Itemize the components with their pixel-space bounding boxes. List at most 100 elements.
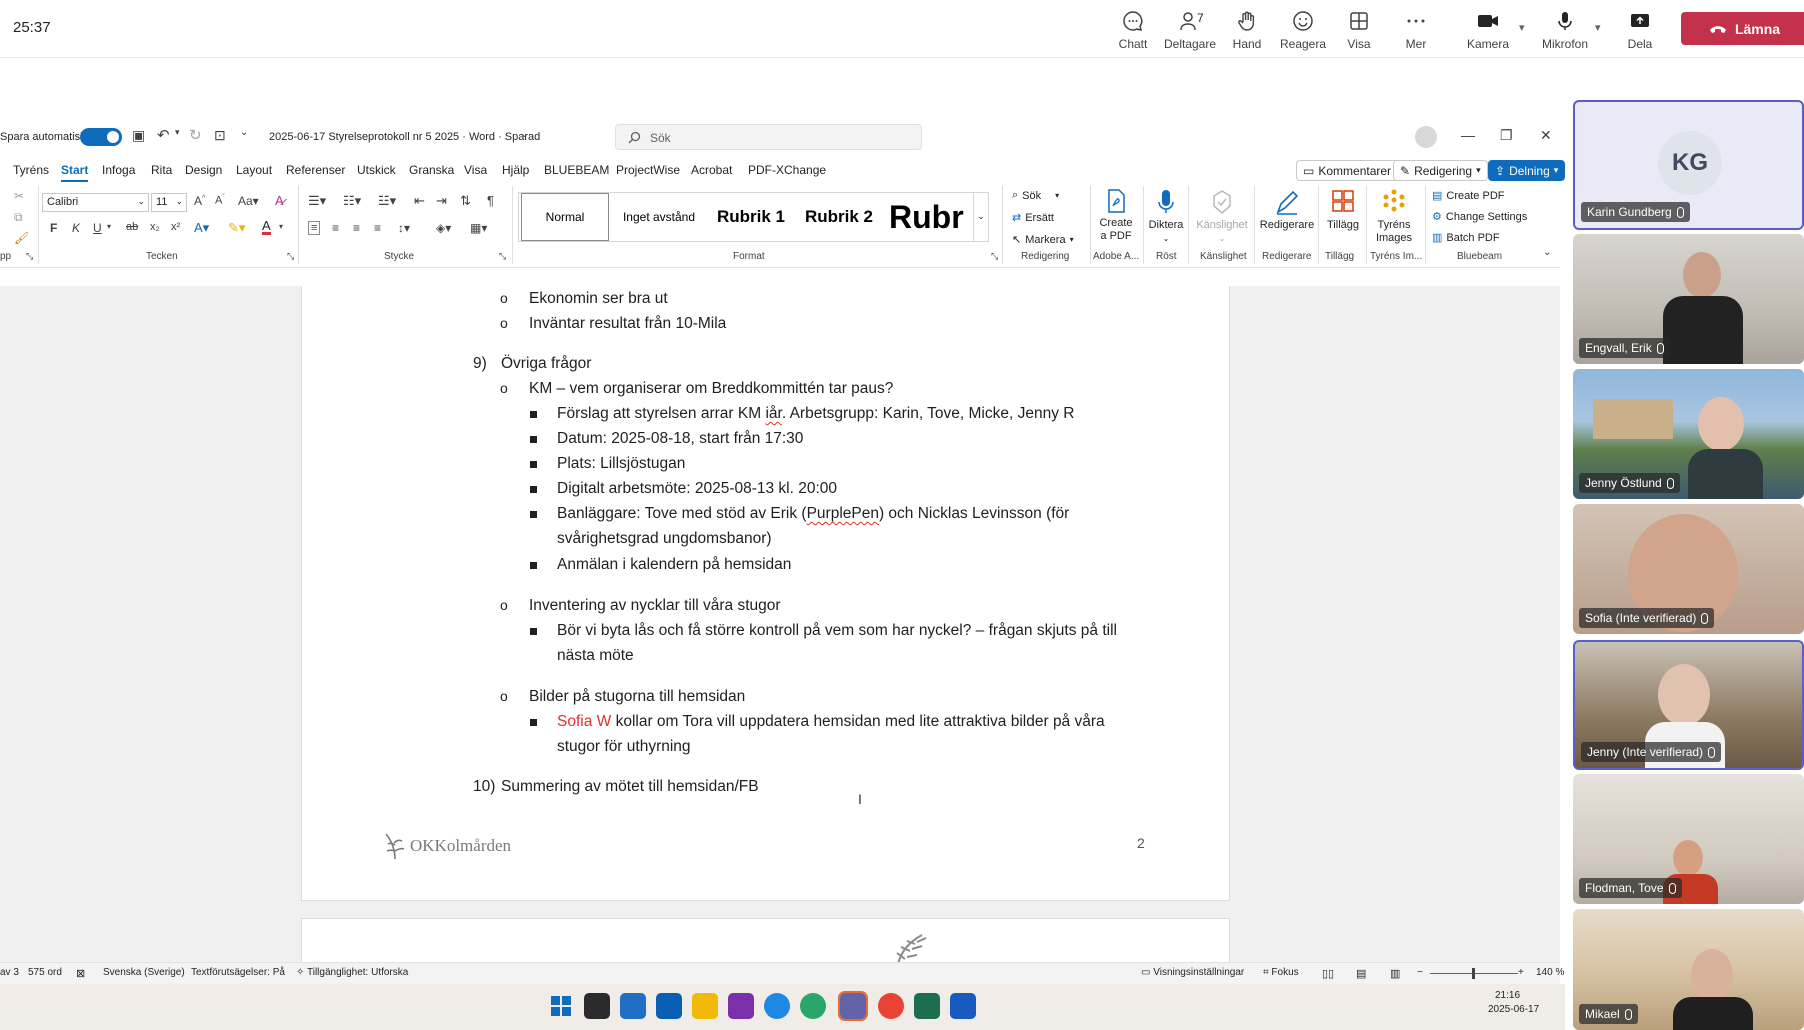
shading-icon[interactable]: ◈▾: [436, 221, 451, 235]
comments-button[interactable]: ▭ Kommentarer: [1296, 160, 1399, 181]
replace-button[interactable]: ⇄ Ersätt: [1012, 211, 1054, 225]
word-count[interactable]: 575 ord: [28, 967, 62, 978]
font-size-input[interactable]: 11 ⌄: [151, 193, 187, 212]
sensitivity-button[interactable]: Känslighet ⌄: [1193, 188, 1251, 245]
increase-indent-icon[interactable]: ⇥: [436, 193, 447, 209]
customize-toolbar-icon[interactable]: ⌄: [240, 127, 248, 138]
font-color-icon[interactable]: A: [262, 219, 271, 235]
cut-icon[interactable]: ✂: [14, 189, 24, 203]
clear-formatting-icon[interactable]: A̷: [275, 193, 284, 208]
participant-tile[interactable]: Jenny Östlund: [1573, 369, 1804, 499]
edge-icon[interactable]: [800, 993, 826, 1019]
borders-icon[interactable]: ▦▾: [470, 221, 487, 235]
app-icon[interactable]: [764, 993, 790, 1019]
undo-icon[interactable]: ↶: [157, 126, 170, 144]
terminal-icon[interactable]: [584, 993, 610, 1019]
subscript-icon[interactable]: x₂: [150, 221, 160, 233]
format-painter-icon[interactable]: 🖌: [14, 231, 29, 245]
italic-icon[interactable]: K: [72, 221, 80, 235]
tab-pdf-xchange[interactable]: PDF-XChange: [748, 163, 826, 177]
map-app-icon[interactable]: [914, 993, 940, 1019]
participant-tile[interactable]: Mikael: [1573, 909, 1804, 1030]
line-spacing-icon[interactable]: ↕▾: [398, 221, 410, 235]
grow-font-icon[interactable]: A^: [194, 194, 205, 208]
read-mode-icon[interactable]: ▯▯: [1322, 967, 1334, 980]
tab-bluebeam[interactable]: BLUEBEAM: [544, 163, 609, 177]
restore-icon[interactable]: ❐: [1500, 127, 1513, 144]
style-heading-2[interactable]: Rubrik 2: [795, 193, 883, 241]
create-pdf-button[interactable]: Create a PDF: [1096, 188, 1136, 243]
find-button[interactable]: ⌕ Sök ▾: [1012, 189, 1059, 202]
ribbon-expand-chevron-icon[interactable]: ⌄: [1543, 247, 1551, 258]
align-right-icon[interactable]: ≡: [353, 221, 360, 235]
addins-button[interactable]: Tillägg: [1322, 188, 1364, 232]
redo-icon[interactable]: ↻: [189, 126, 202, 144]
superscript-icon[interactable]: x²: [171, 221, 180, 233]
undo-dropdown-icon[interactable]: ▾: [175, 127, 180, 138]
bullets-icon[interactable]: ☰▾: [308, 193, 326, 209]
font-launcher-icon[interactable]: ⤡: [287, 251, 294, 262]
tab-draw[interactable]: Rita: [151, 163, 172, 177]
camera-button[interactable]: Kamera: [1458, 8, 1518, 52]
change-case-icon[interactable]: Aa▾: [238, 194, 259, 208]
save-icon[interactable]: ▣: [132, 127, 145, 144]
participant-tile[interactable]: Sofia (Inte verifierad): [1573, 504, 1804, 634]
participants-button[interactable]: 7 Deltagare: [1160, 8, 1220, 52]
document-title[interactable]: 2025-06-17 Styrelseprotokoll nr 5 2025 ·…: [269, 131, 540, 143]
word-icon[interactable]: [950, 993, 976, 1019]
tab-review[interactable]: Granska: [409, 163, 454, 177]
share-button[interactable]: Dela: [1610, 8, 1670, 52]
tab-tyrens[interactable]: Tyréns: [13, 163, 49, 177]
underline-icon[interactable]: U: [93, 221, 102, 235]
text-predictions-status[interactable]: Textförutsägelser: På: [191, 967, 285, 978]
font-name-input[interactable]: Calibri ⌄: [42, 193, 149, 212]
taskbar-date[interactable]: 2025-06-17: [1488, 1004, 1539, 1015]
styles-launcher-icon[interactable]: ⤡: [991, 251, 998, 262]
close-icon[interactable]: ✕: [1540, 127, 1552, 144]
tab-insert[interactable]: Infoga: [102, 163, 135, 177]
dictate-button[interactable]: Diktera ⌄: [1146, 188, 1186, 245]
language-status[interactable]: Svenska (Sverige): [103, 967, 185, 978]
view-button[interactable]: Visa: [1329, 8, 1389, 52]
minimize-icon[interactable]: —: [1461, 127, 1475, 143]
show-formatting-icon[interactable]: ¶: [487, 193, 494, 208]
style-normal[interactable]: Normal: [521, 193, 609, 241]
more-button[interactable]: Mer: [1386, 8, 1446, 52]
title-dropdown-icon[interactable]: ⌄: [521, 129, 529, 140]
editor-button[interactable]: Redigerare: [1258, 188, 1316, 232]
tab-projectwise[interactable]: ProjectWise: [616, 163, 680, 177]
copy-icon[interactable]: ⧉: [14, 210, 23, 225]
react-button[interactable]: Reagera: [1273, 8, 1333, 52]
strikethrough-icon[interactable]: ab: [126, 221, 138, 233]
style-no-spacing[interactable]: Inget avstånd: [613, 193, 705, 241]
bluebeam-change-settings-button[interactable]: ⚙ Change Settings: [1432, 210, 1527, 224]
style-heading-1[interactable]: Rubrik 1: [707, 193, 795, 241]
tab-acrobat[interactable]: Acrobat: [691, 163, 732, 177]
justify-icon[interactable]: ≡: [374, 221, 381, 235]
tyrens-images-button[interactable]: Tyréns Images: [1370, 188, 1418, 245]
chat-button[interactable]: Chatt: [1103, 8, 1163, 52]
raise-hand-button[interactable]: Hand: [1217, 8, 1277, 52]
multilevel-list-icon[interactable]: ☳▾: [378, 193, 396, 209]
display-settings-button[interactable]: ▭ Visningsinställningar: [1141, 967, 1244, 978]
mic-button[interactable]: Mikrofon: [1535, 8, 1595, 52]
mic-options-chevron-icon[interactable]: ▾: [1595, 21, 1601, 34]
highlight-icon[interactable]: ✎▾: [228, 220, 245, 236]
file-explorer-icon[interactable]: [692, 993, 718, 1019]
start-icon[interactable]: [548, 993, 574, 1019]
editing-mode-button[interactable]: ✎ Redigering ▾: [1393, 160, 1488, 181]
onenote-icon[interactable]: [728, 993, 754, 1019]
align-left-icon[interactable]: ≡: [308, 221, 321, 235]
leave-button[interactable]: Lämna: [1681, 12, 1804, 45]
tab-start[interactable]: Start: [61, 163, 89, 182]
decrease-indent-icon[interactable]: ⇤: [414, 193, 425, 209]
bluebeam-batch-pdf-button[interactable]: ▥ Batch PDF: [1432, 231, 1500, 245]
zoom-slider-thumb[interactable]: [1472, 968, 1475, 979]
bold-icon[interactable]: F: [50, 221, 57, 235]
search-input[interactable]: Sök: [615, 124, 922, 150]
text-effects-icon[interactable]: A▾: [194, 220, 209, 236]
accessibility-status[interactable]: ✧ Tillgänglighet: Utforska: [296, 967, 408, 978]
numbering-icon[interactable]: ☷▾: [343, 193, 361, 209]
align-center-icon[interactable]: ≡: [332, 221, 339, 235]
tab-help[interactable]: Hjälp: [502, 163, 529, 177]
